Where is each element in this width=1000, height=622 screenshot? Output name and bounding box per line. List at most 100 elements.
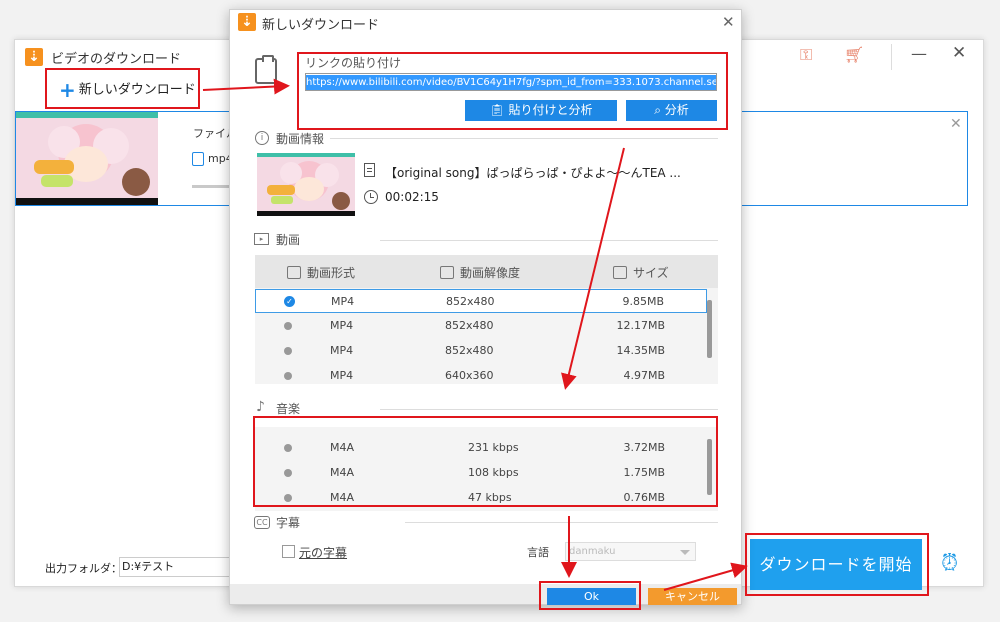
- analyze-button[interactable]: ⌕ 分析: [626, 100, 717, 121]
- audio-row[interactable]: M4A 231 kbps 3.72MB: [255, 436, 707, 460]
- audio-table-scrollbar[interactable]: [707, 439, 712, 495]
- item-thumbnail: [16, 112, 158, 205]
- size-header-label: サイズ: [633, 266, 669, 280]
- video-file-icon: [192, 152, 204, 166]
- music-note-icon: ♪: [256, 399, 265, 415]
- main-window-title: ビデオのダウンロード: [51, 52, 182, 67]
- alarm-clock-icon[interactable]: ⏰︎: [941, 551, 958, 576]
- remove-item-button[interactable]: ✕: [950, 116, 962, 132]
- language-label: 言語: [527, 546, 549, 559]
- video-row[interactable]: ✓ MP4 852x480 9.85MB: [255, 289, 707, 313]
- minimize-button[interactable]: —: [911, 44, 927, 63]
- audio-row-size: 0.76MB: [623, 491, 665, 504]
- unselected-dot-icon: [284, 322, 292, 330]
- audio-row-bitrate: 47 kbps: [468, 491, 512, 504]
- cancel-button[interactable]: キャンセル: [648, 588, 737, 605]
- video-section-label: 動画: [276, 233, 301, 247]
- size-column-header: サイズ: [613, 264, 669, 281]
- search-icon: ⌕: [654, 103, 665, 117]
- unselected-dot-icon: [284, 469, 292, 477]
- subtitle-section-label: 字幕: [276, 516, 301, 530]
- video-thumbnail: [257, 153, 355, 216]
- unselected-dot-icon: [284, 494, 292, 502]
- titlebar-divider: [891, 44, 892, 70]
- section-divider: [330, 138, 718, 139]
- new-download-dialog: 新しいダウンロード ✕ リンクの貼り付け https://www.bilibil…: [229, 9, 742, 605]
- dialog-title: 新しいダウンロード: [262, 18, 380, 33]
- video-row[interactable]: MP4 852x480 14.35MB: [255, 339, 707, 363]
- url-value: https://www.bilibili.com/video/BV1C64y1H…: [306, 75, 716, 90]
- info-icon: i: [255, 131, 269, 145]
- section-divider: [405, 522, 718, 523]
- language-select[interactable]: danmaku: [565, 542, 696, 561]
- new-download-button[interactable]: + 新しいダウンロード: [46, 70, 198, 110]
- close-main-window-button[interactable]: ✕: [952, 43, 966, 63]
- unselected-dot-icon: [284, 372, 292, 380]
- item-progress-bar: [192, 185, 232, 188]
- clipboard-icon: 📋︎: [489, 103, 509, 117]
- size-icon: [613, 266, 627, 279]
- cart-icon[interactable]: 🛒︎: [844, 45, 864, 64]
- format-header-label: 動画形式: [307, 266, 356, 280]
- video-row-format: MP4: [330, 319, 354, 332]
- audio-row-size: 3.72MB: [623, 441, 665, 454]
- section-divider: [380, 240, 718, 241]
- audio-row-bitrate: 108 kbps: [468, 466, 519, 479]
- video-row-resolution: 640x360: [445, 369, 494, 382]
- video-title: 【original song】ぱっぱらっぱ・ぴよよ〜〜んTEA ...: [385, 166, 681, 180]
- video-row-size: 14.35MB: [616, 344, 665, 357]
- audio-format-table: M4A 231 kbps 3.72MB M4A 108 kbps 1.75MB …: [255, 427, 718, 511]
- video-row-size: 9.85MB: [622, 295, 664, 308]
- video-table-scrollbar[interactable]: [707, 300, 712, 358]
- paste-and-analyze-label: 貼り付けと分析: [508, 103, 593, 117]
- video-row[interactable]: MP4 640x360 4.97MB: [255, 364, 707, 388]
- paste-link-label: リンクの貼り付け: [305, 56, 402, 70]
- document-icon: [364, 163, 375, 177]
- ok-button[interactable]: Ok: [547, 588, 636, 605]
- audio-row[interactable]: M4A 47 kbps 0.76MB: [255, 486, 707, 510]
- original-subtitle-checkbox[interactable]: [282, 545, 295, 558]
- output-folder-input[interactable]: D:¥テスト: [119, 557, 239, 577]
- video-table-header: 動画形式 動画解像度 サイズ: [255, 255, 718, 288]
- unselected-dot-icon: [284, 444, 292, 452]
- format-column-header: 動画形式: [287, 264, 355, 281]
- music-section-label: 音楽: [276, 402, 301, 416]
- selected-check-icon: ✓: [284, 296, 295, 307]
- video-row[interactable]: MP4 852x480 12.17MB: [255, 314, 707, 338]
- section-divider: [380, 409, 718, 410]
- clipboard-icon: [255, 55, 277, 84]
- video-row-size: 4.97MB: [623, 369, 665, 382]
- original-subtitle-label[interactable]: 元の字幕: [299, 544, 347, 561]
- film-icon: ▸: [254, 233, 269, 245]
- video-duration: 00:02:15: [385, 190, 439, 204]
- paste-and-analyze-button[interactable]: 📋︎ 貼り付けと分析: [465, 100, 617, 121]
- start-download-button[interactable]: ダウンロードを開始: [750, 539, 922, 590]
- video-row-size: 12.17MB: [616, 319, 665, 332]
- video-row-format: MP4: [330, 344, 354, 357]
- key-icon[interactable]: ⚿: [800, 45, 812, 65]
- video-format-table: 動画形式 動画解像度 サイズ ✓ MP4 852x480 9.85MB MP4 …: [255, 255, 718, 384]
- close-dialog-button[interactable]: ✕: [722, 13, 735, 31]
- resolution-column-header: 動画解像度: [440, 264, 520, 281]
- video-row-resolution: 852x480: [446, 295, 495, 308]
- video-row-format: MP4: [330, 369, 354, 382]
- new-download-label: 新しいダウンロード: [78, 82, 196, 98]
- analyze-label: 分析: [664, 103, 689, 117]
- output-folder-label: 出力フォルダ：: [45, 562, 122, 575]
- unselected-dot-icon: [284, 347, 292, 355]
- item-format: mp4: [192, 152, 233, 166]
- resolution-header-label: 動画解像度: [460, 266, 521, 280]
- video-row-resolution: 852x480: [445, 344, 494, 357]
- subtitle-cc-icon: CC: [254, 516, 270, 529]
- url-input[interactable]: https://www.bilibili.com/video/BV1C64y1H…: [305, 73, 717, 91]
- video-format-icon: [287, 266, 301, 279]
- audio-row-bitrate: 231 kbps: [468, 441, 519, 454]
- video-info-label: 動画情報: [276, 132, 325, 146]
- audio-row-format: M4A: [330, 441, 355, 454]
- audio-row[interactable]: M4A 108 kbps 1.75MB: [255, 461, 707, 485]
- resolution-icon: [440, 266, 454, 279]
- download-arrow-icon: [238, 13, 256, 31]
- clock-icon: [364, 190, 378, 204]
- plus-icon: +: [59, 78, 76, 102]
- audio-row-format: M4A: [330, 466, 355, 479]
